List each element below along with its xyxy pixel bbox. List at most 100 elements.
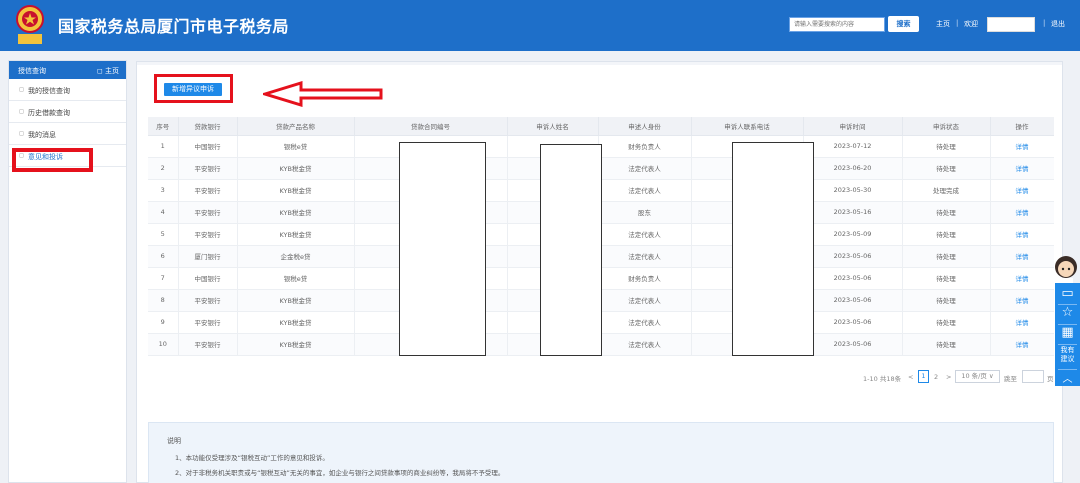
menu-bullet-icon: ◻	[19, 86, 24, 93]
customer-service-avatar-icon[interactable]	[1052, 254, 1080, 284]
table-cell: 平安银行	[178, 201, 238, 224]
table-cell: 中国银行	[178, 135, 238, 158]
table-cell: 7	[148, 267, 179, 290]
sidebar-item-label: 我的消息	[28, 131, 56, 139]
notes-panel: 说明 1、本功能仅受理涉及“银税互动”工作的意见和投诉。 2、对于非税务机关职责…	[148, 422, 1054, 483]
notes-title: 说明	[167, 437, 181, 445]
column-header: 申诉时间	[803, 117, 903, 136]
table-cell: 银税e贷	[237, 267, 355, 290]
table-cell: 法定代表人	[598, 157, 692, 180]
table-cell: 平安银行	[178, 289, 238, 312]
table-cell: 6	[148, 245, 179, 268]
sidebar-home-label: 主页	[105, 67, 119, 75]
table-cell: KYB税金贷	[237, 179, 355, 202]
table-cell: 2023-06-20	[803, 157, 903, 180]
table-cell: KYB税金贷	[237, 157, 355, 180]
detail-link[interactable]: 详情	[990, 289, 1054, 312]
column-header: 贷款银行	[178, 117, 238, 136]
search-input[interactable]	[789, 17, 885, 32]
sidebar-header: 授信查询 ◻ 主页	[9, 61, 126, 79]
table-cell: 法定代表人	[598, 311, 692, 334]
detail-link[interactable]: 详情	[990, 179, 1054, 202]
table-cell: 2023-05-06	[803, 267, 903, 290]
table-cell: 2023-05-06	[803, 245, 903, 268]
detail-link[interactable]: 详情	[990, 157, 1054, 180]
floating-toolbar: ▭ ☆ ▦ 我有建议 ︿	[1055, 283, 1080, 386]
star-icon[interactable]: ☆	[1055, 305, 1080, 320]
column-header: 操作	[990, 117, 1054, 136]
sidebar-item-my-credit[interactable]: ◻ 我的授信查询	[9, 79, 126, 101]
menu-bullet-icon: ◻	[19, 108, 24, 115]
table-cell: 平安银行	[178, 333, 238, 356]
pager-page[interactable]: 2	[934, 373, 938, 381]
table-cell: 财务负责人	[598, 135, 692, 158]
table-cell: 法定代表人	[598, 333, 692, 356]
main-panel: 新增异议申诉 序号 贷款银行 贷款产品名称 贷款合同编号 申诉人姓名 申述人身份…	[136, 61, 1063, 483]
complaints-table: 序号 贷款银行 贷款产品名称 贷款合同编号 申诉人姓名 申述人身份 申诉人联系电…	[148, 117, 1054, 361]
table-cell: 待处理	[902, 157, 991, 180]
column-header: 申诉状态	[902, 117, 991, 136]
table-cell: 2023-05-06	[803, 289, 903, 312]
table-cell: 待处理	[902, 311, 991, 334]
table-cell: 8	[148, 289, 179, 312]
redaction-box	[540, 144, 602, 356]
arrow-up-icon[interactable]: ︿	[1055, 370, 1080, 385]
column-header: 申诉人姓名	[507, 117, 599, 136]
table-cell: 9	[148, 311, 179, 334]
table-cell: 中国银行	[178, 267, 238, 290]
chat-icon[interactable]: ▭	[1055, 286, 1080, 301]
table-cell: 2023-05-06	[803, 333, 903, 356]
pager-jump-label: 跳至	[1004, 375, 1017, 383]
user-name-box	[987, 17, 1035, 32]
sidebar: 授信查询 ◻ 主页 ◻ 我的授信查询 ◻ 历史借款查询 ◻ 我的消息 ◻ 意见和…	[8, 60, 127, 483]
detail-link[interactable]: 详情	[990, 267, 1054, 290]
red-arrow-annotation-icon	[263, 81, 383, 107]
table-cell: 待处理	[902, 333, 991, 356]
home-link[interactable]: 主页	[936, 19, 950, 29]
pager-jump-input[interactable]	[1022, 370, 1044, 383]
table-cell: 1	[148, 135, 179, 158]
column-header: 贷款产品名称	[237, 117, 355, 136]
table-cell: 4	[148, 201, 179, 224]
table-header-row: 序号 贷款银行 贷款产品名称 贷款合同编号 申诉人姓名 申述人身份 申诉人联系电…	[148, 117, 1054, 136]
table-cell: 法定代表人	[598, 289, 692, 312]
divider	[1058, 344, 1077, 345]
detail-link[interactable]: 详情	[990, 223, 1054, 246]
pager-prev[interactable]: <	[908, 373, 913, 381]
table-cell: 法定代表人	[598, 179, 692, 202]
redaction-box	[399, 142, 486, 356]
sidebar-item-loan-history[interactable]: ◻ 历史借款查询	[9, 101, 126, 123]
red-highlight-box: 新增异议申诉	[154, 74, 233, 103]
search-button[interactable]: 搜索	[888, 16, 919, 32]
sidebar-item-messages[interactable]: ◻ 我的消息	[9, 123, 126, 145]
detail-link[interactable]: 详情	[990, 201, 1054, 224]
table-cell: 厦门银行	[178, 245, 238, 268]
table-cell: 待处理	[902, 223, 991, 246]
page-size-select[interactable]: 10 条/页 ∨	[955, 370, 1000, 383]
detail-link[interactable]: 详情	[990, 311, 1054, 334]
detail-link[interactable]: 详情	[990, 245, 1054, 268]
menu-bullet-icon: ◻	[19, 130, 24, 137]
logout-link[interactable]: 退出	[1051, 19, 1065, 29]
red-highlight-box	[12, 148, 93, 172]
header-separator: |	[956, 19, 959, 27]
pager-page-current[interactable]: 1	[918, 370, 929, 383]
sidebar-title[interactable]: 授信查询	[18, 66, 46, 76]
top-header: 国家税务总局厦门市电子税务局 搜索 主页 | 欢迎 | 退出	[0, 0, 1080, 51]
table-cell: 待处理	[902, 267, 991, 290]
pager-next[interactable]: >	[946, 373, 951, 381]
detail-link[interactable]: 详情	[990, 135, 1054, 158]
welcome-label: 欢迎	[964, 20, 978, 28]
table-cell: 待处理	[902, 201, 991, 224]
sidebar-home-link[interactable]: ◻ 主页	[97, 66, 119, 76]
redaction-box	[732, 142, 814, 356]
add-complaint-button[interactable]: 新增异议申诉	[164, 83, 222, 96]
detail-link[interactable]: 详情	[990, 333, 1054, 356]
national-tax-emblem-icon	[16, 5, 44, 44]
table-cell: 3	[148, 179, 179, 202]
table-cell: 股东	[598, 201, 692, 224]
table-cell: 2023-07-12	[803, 135, 903, 158]
suggestion-button[interactable]: 我有建议	[1055, 346, 1080, 364]
panel-top-strip	[137, 62, 1062, 65]
calculator-icon[interactable]: ▦	[1055, 325, 1080, 340]
